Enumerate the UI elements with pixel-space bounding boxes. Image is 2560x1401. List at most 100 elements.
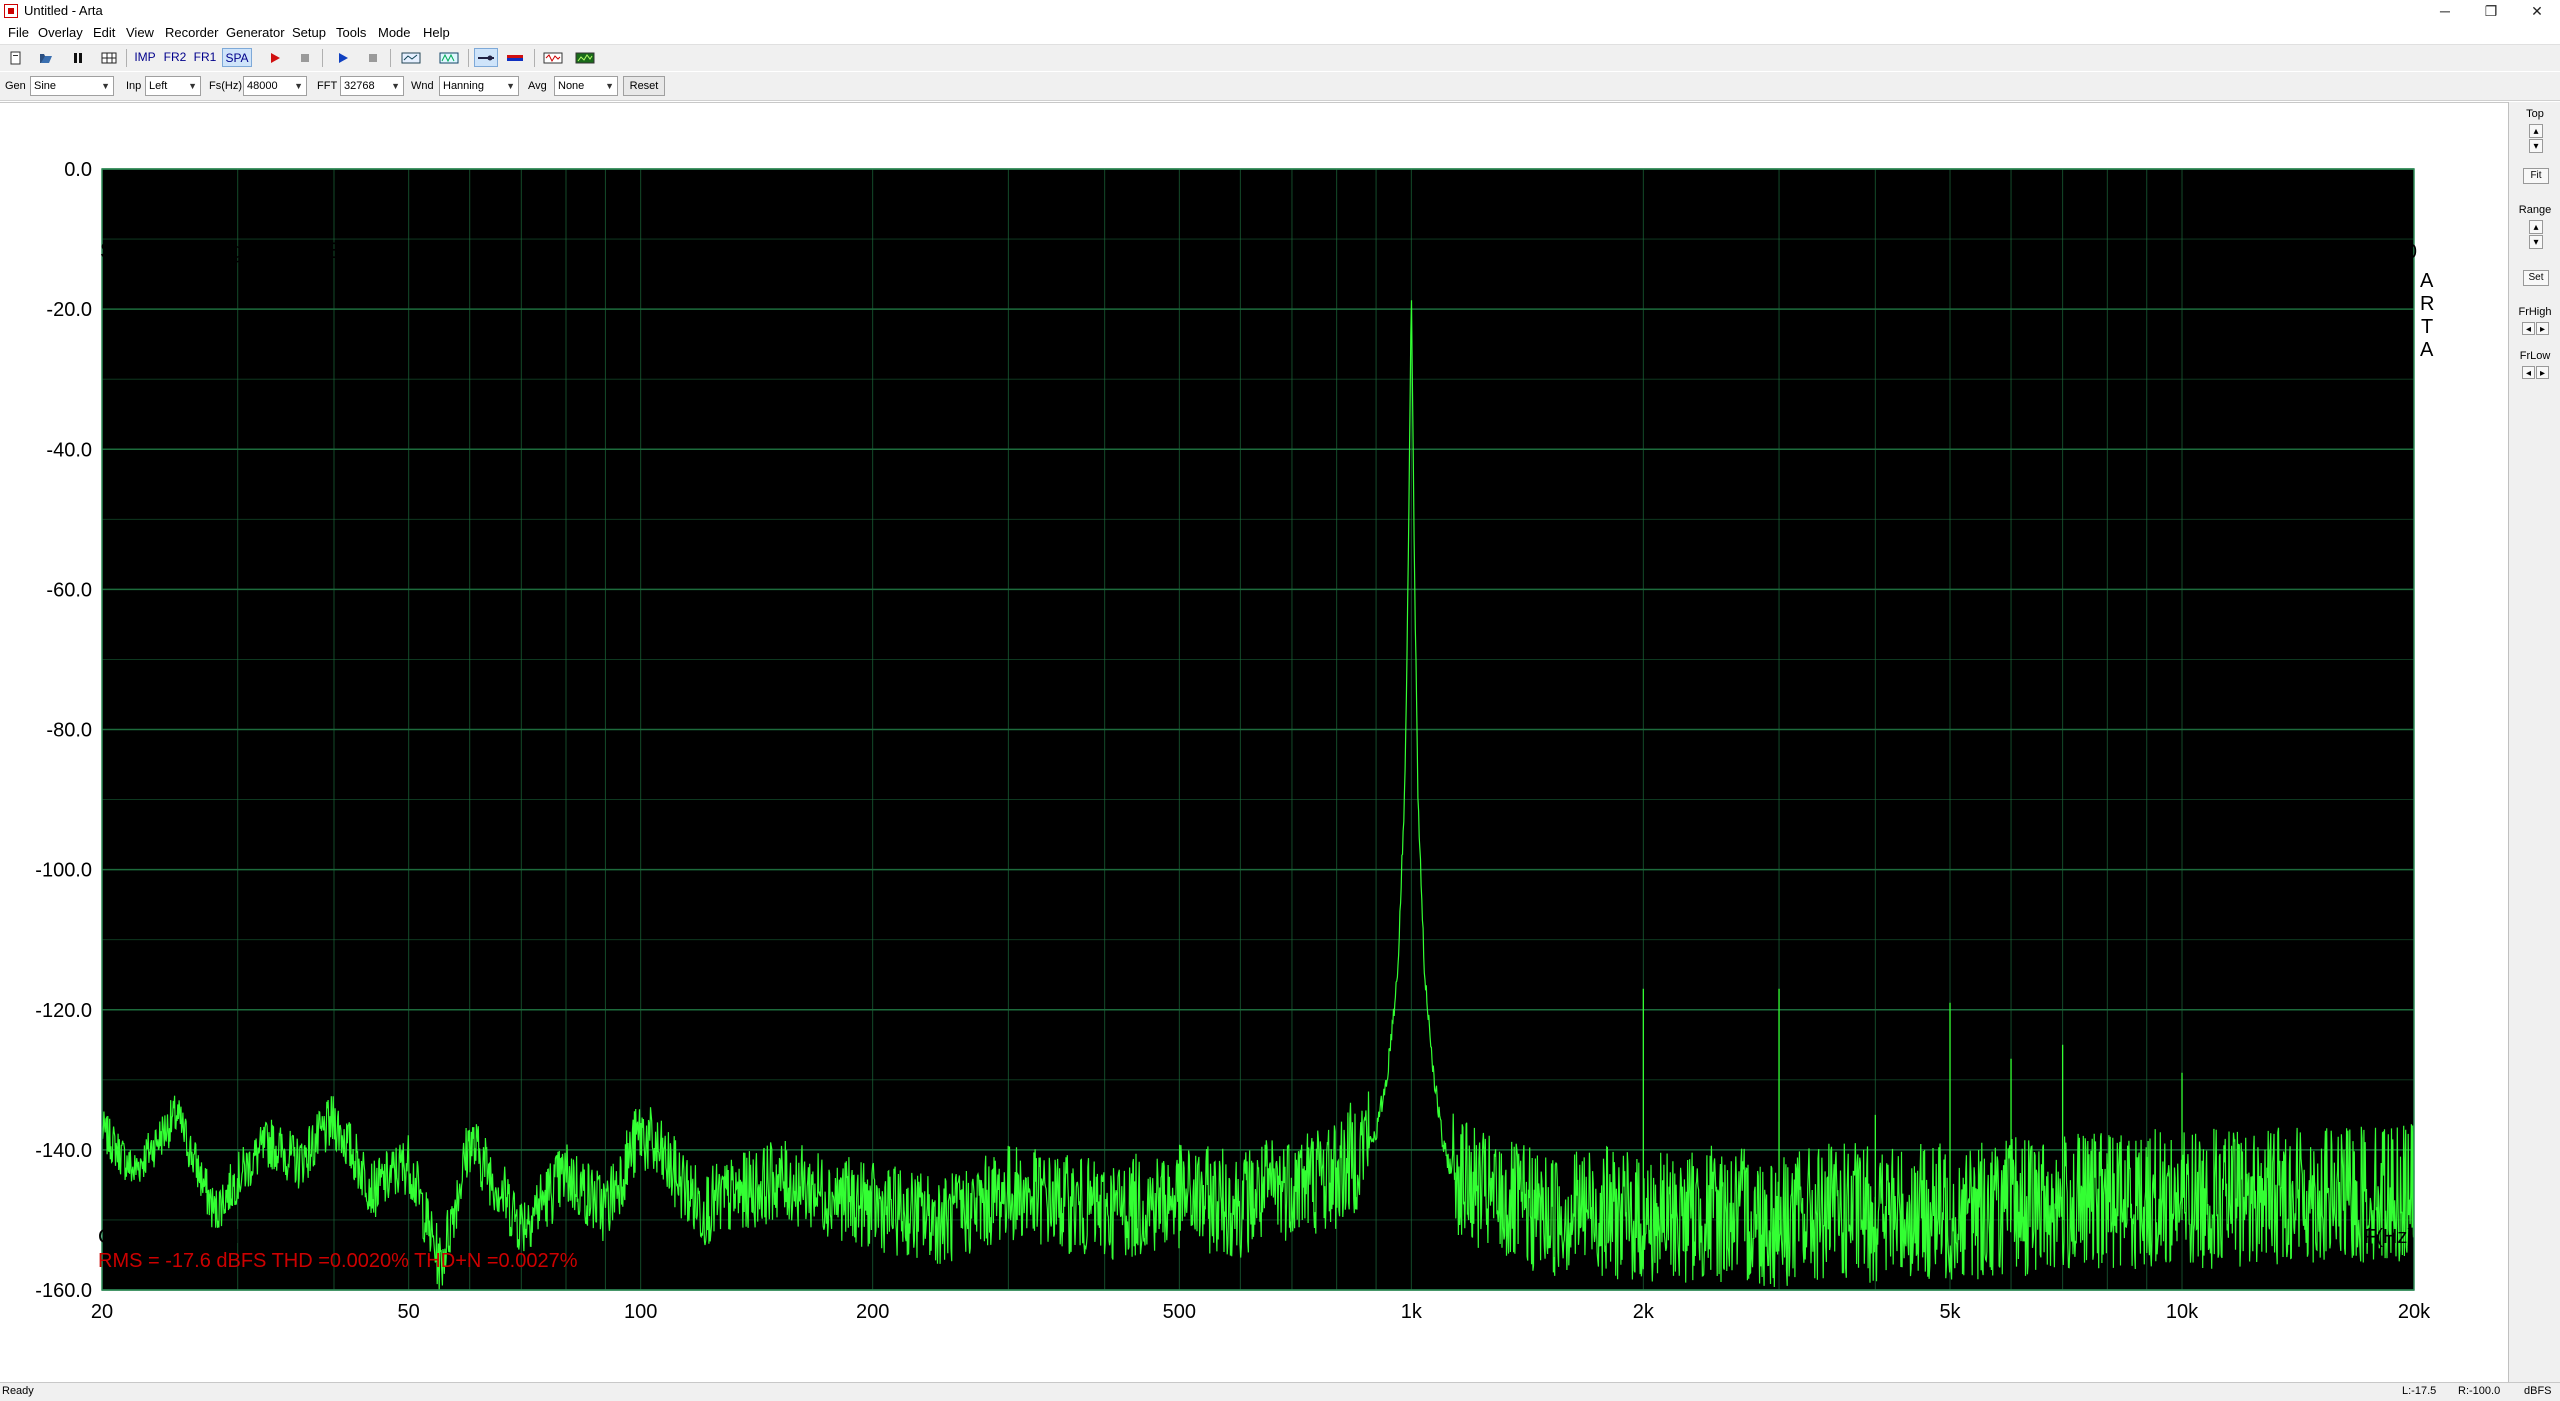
new-file-icon[interactable]	[8, 48, 24, 67]
fft-select[interactable]: 32768 ▼	[340, 76, 404, 96]
menu-recorder[interactable]: Recorder	[165, 25, 218, 40]
chevron-down-icon: ▼	[101, 81, 110, 91]
top-up-arrow-icon[interactable]: ▴	[2529, 124, 2543, 138]
x-tick-label: 50	[398, 1301, 420, 1323]
menu-overlay[interactable]: Overlay	[38, 25, 83, 40]
spectrum-plot-panel: 0.0 -20.0 -40.0 -60.0 -80.0 -100.0 -120.0 -140.…	[0, 102, 2508, 1383]
gen-select[interactable]: Sine ▼	[30, 76, 114, 96]
fft-label: FFT	[317, 80, 338, 92]
fr1-mode-button[interactable]: FR1	[192, 48, 218, 67]
frhigh-right-arrow-icon[interactable]: ▸	[2536, 322, 2549, 335]
imp-mode-button[interactable]: IMP	[132, 48, 158, 67]
table-icon[interactable]	[100, 48, 118, 67]
frhigh-label: FrHigh	[2518, 306, 2552, 318]
range-up-arrow-icon[interactable]: ▴	[2529, 220, 2543, 234]
range-down-arrow-icon[interactable]: ▾	[2529, 235, 2543, 249]
x-axis-label: F(Hz)	[2364, 1226, 2414, 1248]
open-file-icon[interactable]	[38, 48, 54, 67]
fs-select-value: 48000	[247, 80, 278, 92]
x-tick-label: 1k	[1401, 1301, 1423, 1323]
set-button[interactable]: Set	[2523, 270, 2549, 286]
y-tick-label: 0.0	[64, 159, 92, 181]
wnd-select[interactable]: Hanning ▼	[439, 76, 519, 96]
chart-title: Spectrum magnitude (dBFS)	[100, 238, 379, 263]
color-scheme-icon[interactable]	[504, 48, 526, 67]
reset-button[interactable]: Reset	[623, 76, 665, 96]
close-button[interactable]: ✕	[2514, 0, 2560, 22]
chevron-down-icon: ▼	[506, 81, 515, 91]
cursor-readout: Cursor: 20.51 Hz, -138.10 dB	[98, 1226, 358, 1248]
left-level-readout: L:-17.5	[2402, 1385, 2437, 1397]
restore-button[interactable]: ❐	[2468, 0, 2514, 22]
y-tick-label: -120.0	[35, 1000, 92, 1022]
inp-select[interactable]: Left ▼	[145, 76, 201, 96]
y-tick-label: -100.0	[35, 860, 92, 882]
menu-view[interactable]: View	[126, 25, 154, 40]
window-title: Untitled - Arta	[24, 3, 103, 18]
right-level-readout: R:-100.0	[2458, 1385, 2501, 1397]
record-settings-icon[interactable]	[400, 48, 422, 67]
spectrum-settings-icon[interactable]	[438, 48, 460, 67]
play-icon[interactable]	[334, 48, 352, 67]
y-tick-label: -20.0	[46, 299, 92, 321]
stop-record-icon[interactable]	[296, 48, 314, 67]
menu-mode[interactable]: Mode	[378, 25, 411, 40]
x-tick-label: 2k	[1633, 1301, 1655, 1323]
x-tick-label: 500	[1163, 1301, 1196, 1323]
top-down-arrow-icon[interactable]: ▾	[2529, 139, 2543, 153]
menu-bar: File Overlay Edit View Recorder Generato…	[0, 22, 2560, 43]
fit-button[interactable]: Fit	[2523, 168, 2549, 184]
arta-letter-2: R	[2420, 293, 2434, 315]
menu-setup[interactable]: Setup	[292, 25, 326, 40]
wnd-select-value: Hanning	[443, 80, 484, 92]
menu-tools[interactable]: Tools	[336, 25, 366, 40]
inp-label: Inp	[126, 80, 142, 92]
y-tick-label: -140.0	[35, 1140, 92, 1162]
waveform-view-icon[interactable]	[542, 48, 564, 67]
stop-play-icon[interactable]	[364, 48, 382, 67]
fs-label: Fs(Hz)	[209, 80, 242, 92]
spa-mode-button[interactable]: SPA	[222, 48, 252, 67]
right-control-panel: Top ▴ ▾ Fit Range ▴ ▾ Set FrHigh ◂ ▸ FrL…	[2508, 102, 2560, 1382]
arta-app-icon	[4, 4, 18, 18]
frlow-right-arrow-icon[interactable]: ▸	[2536, 366, 2549, 379]
avg-select[interactable]: None ▼	[554, 76, 618, 96]
fft-select-value: 32768	[344, 80, 375, 92]
y-tick-label: -160.0	[35, 1280, 92, 1302]
fs-select[interactable]: 48000 ▼	[243, 76, 307, 96]
menu-file[interactable]: File	[8, 25, 29, 40]
minimize-button[interactable]: ─	[2422, 0, 2468, 22]
arta-letter-1: A	[2420, 270, 2434, 292]
frhigh-left-arrow-icon[interactable]: ◂	[2522, 322, 2535, 335]
range-label: Range	[2518, 204, 2552, 216]
arta-letter-4: A	[2420, 339, 2434, 361]
y-tick-label: -60.0	[46, 579, 92, 601]
avg-label: Avg	[528, 80, 547, 92]
spectrum-view-icon[interactable]	[574, 48, 596, 67]
spectrum-chart[interactable]: 0.0 -20.0 -40.0 -60.0 -80.0 -100.0 -120.0 -140.…	[0, 103, 2508, 1383]
settings-toolbar: Gen Sine ▼ Inp Left ▼ Fs(Hz) 48000 ▼ FFT 32…	[0, 72, 2560, 101]
chevron-down-icon: ▼	[391, 81, 400, 91]
y-tick-label: -40.0	[46, 439, 92, 461]
gen-select-value: Sine	[34, 80, 57, 92]
frlow-label: FrLow	[2519, 350, 2551, 362]
menu-help[interactable]: Help	[423, 25, 450, 40]
chevron-down-icon: ▼	[188, 81, 197, 91]
measurement-readout: RMS = -17.6 dBFS THD =0.0020% THD+N =0.0…	[98, 1250, 578, 1272]
x-tick-label: 20	[91, 1301, 113, 1323]
fr2-mode-button[interactable]: FR2	[162, 48, 188, 67]
record-icon[interactable]	[266, 48, 284, 67]
menu-edit[interactable]: Edit	[93, 25, 115, 40]
y-tick-label: -80.0	[46, 720, 92, 742]
status-text: Ready	[2, 1385, 34, 1397]
menu-generator[interactable]: Generator	[226, 25, 285, 40]
chevron-down-icon: ▼	[605, 81, 614, 91]
arta-letter-3: T	[2421, 316, 2433, 338]
x-tick-label: 10k	[2166, 1301, 2199, 1323]
gen-label: Gen	[5, 80, 26, 92]
pause-icon[interactable]	[70, 48, 86, 67]
channel-avg-info: Left Avg:0	[2328, 241, 2417, 263]
level-unit: dBFS	[2524, 1385, 2552, 1397]
frlow-left-arrow-icon[interactable]: ◂	[2522, 366, 2535, 379]
overlay-toggle-icon[interactable]	[474, 48, 498, 67]
